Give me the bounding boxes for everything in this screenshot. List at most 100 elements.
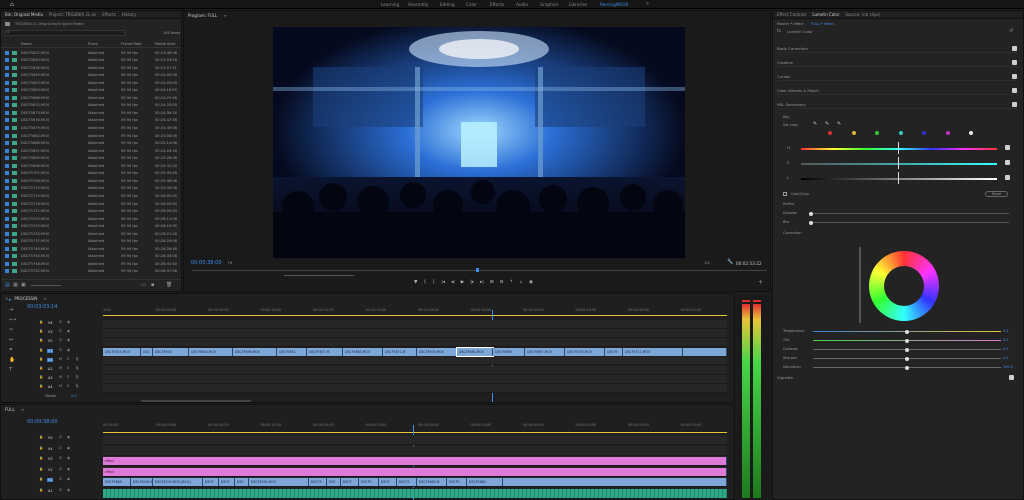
- overwrite-icon[interactable]: ⊞: [490, 280, 494, 286]
- vignette-label[interactable]: Vignette: [777, 375, 793, 380]
- insert-icon[interactable]: ▸|: [480, 280, 484, 286]
- lock-icon[interactable]: 🔒: [39, 338, 43, 342]
- ripple-edit-tool-icon[interactable]: ⟷: [9, 318, 16, 323]
- go-out-icon[interactable]: |▸: [470, 280, 474, 286]
- section-enable-checkbox[interactable]: [1012, 102, 1017, 107]
- checkbox-icon[interactable]: [5, 126, 9, 130]
- tab-source[interactable]: Source: (no clips): [845, 12, 880, 17]
- clip-row[interactable]: DSCF5698.MOV Attached 59.94 fps 00:25:31:30: [1, 162, 181, 170]
- clip-row[interactable]: DSCF5694.MOV Attached 59.94 fps 00:25:28:06: [1, 155, 181, 163]
- slider-knob[interactable]: [905, 338, 909, 343]
- section-enable-checkbox[interactable]: [1012, 88, 1017, 93]
- track-header[interactable]: 🔒 V2 ⊡ ◉: [31, 467, 101, 477]
- slider-knob[interactable]: [809, 220, 813, 225]
- audio-clip[interactable]: [103, 488, 727, 498]
- panel-menu-icon[interactable]: ≡: [223, 13, 226, 18]
- timeline-clip[interactable]: DSCF5704.MOV: [565, 348, 605, 357]
- workspace-tab[interactable]: Graphics: [540, 2, 559, 7]
- adjustment-layer-clip[interactable]: effect: [103, 457, 727, 465]
- timeline-ruler[interactable]: 3:00 00:02:00:00 00:02:05:00 00:02:10:00 00:…: [103, 308, 733, 314]
- lock-icon[interactable]: 🔒: [39, 488, 43, 492]
- toggle-track-output-icon[interactable]: ⊡: [59, 348, 62, 352]
- timeline-clip[interactable]: DSCF5711.MOV: [623, 348, 683, 357]
- checkbox-icon[interactable]: [5, 80, 9, 85]
- checkbox-icon[interactable]: [5, 178, 9, 183]
- clip-row[interactable]: DSCF5710.MOV Attached 59.94 fps 00:25:44:08: [1, 185, 181, 193]
- eye-icon[interactable]: ◉: [67, 348, 70, 352]
- track-select-tool-icon[interactable]: ⇥: [9, 308, 14, 313]
- clip-row[interactable]: DSCF5706.MOV Attached 59.94 fps 00:25:38:06: [1, 177, 181, 185]
- lift-icon[interactable]: ⊟: [500, 280, 504, 286]
- slider-value[interactable]: 0.0: [1003, 329, 1008, 333]
- vignette-checkbox[interactable]: [1009, 375, 1014, 380]
- clip-row[interactable]: DSCF5649.MOV Attached 59.94 fps 00:24:00:08: [1, 72, 181, 80]
- checkbox-icon[interactable]: [5, 186, 9, 191]
- clip-row[interactable]: DSCF5670.MOV Attached 59.94 fps 00:24:33:05: [1, 102, 181, 110]
- track-lane[interactable]: [103, 435, 727, 445]
- checkbox-icon[interactable]: [5, 246, 9, 251]
- slider-knob[interactable]: [905, 356, 909, 361]
- slider-knob[interactable]: [809, 211, 813, 216]
- color-swatch[interactable]: [828, 131, 832, 135]
- clip-row[interactable]: DSCF5748.MOV Attached 59.94 fps 00:26:41:40: [1, 260, 181, 268]
- eye-icon[interactable]: S: [67, 384, 69, 388]
- track-header[interactable]: 🔒 A4 M S 🎙: [31, 384, 101, 394]
- eye-icon[interactable]: ◉: [67, 446, 70, 450]
- mic-icon[interactable]: 🎙: [75, 384, 79, 388]
- compare-icon[interactable]: ◉: [529, 280, 533, 286]
- clip-row[interactable]: DSCF5737.MOV Attached 59.94 fps 00:26:24:06: [1, 238, 181, 246]
- toggle-track-output-icon[interactable]: ⊡: [59, 435, 62, 439]
- checkbox-icon[interactable]: [5, 261, 9, 266]
- toggle-track-output-icon[interactable]: ⊡: [59, 477, 62, 481]
- checkbox-icon[interactable]: [5, 88, 9, 93]
- eye-icon[interactable]: ◉: [67, 435, 70, 439]
- checkbox-icon[interactable]: [5, 133, 9, 138]
- checkbox-icon[interactable]: [5, 269, 9, 274]
- checkbox-icon[interactable]: [5, 239, 9, 244]
- timeline-clip[interactable]: DSCF5: [447, 478, 467, 486]
- hsl-enable-checkbox[interactable]: [1005, 175, 1010, 180]
- slip-tool-icon[interactable]: ↔: [9, 338, 14, 343]
- track-label[interactable]: V1: [47, 478, 54, 482]
- track-header[interactable]: 🔒 V1 ⊡ ◉: [31, 477, 101, 487]
- checkbox-icon[interactable]: [5, 110, 9, 115]
- extract-icon[interactable]: ⇡: [509, 280, 513, 286]
- clip-row[interactable]: DSCF5701.MOV Attached 59.94 fps 00:25:35:48: [1, 170, 181, 178]
- track-label[interactable]: A2: [47, 367, 53, 371]
- track-lane[interactable]: [103, 338, 727, 347]
- workspace-tab[interactable]: Libraries: [569, 2, 587, 7]
- lumetri-section[interactable]: Basic Correction: [777, 45, 1017, 53]
- tab-effect-controls[interactable]: Effect Controls: [777, 12, 806, 17]
- new-bin-icon[interactable]: ▭: [141, 282, 146, 288]
- eye-icon[interactable]: S: [67, 375, 69, 379]
- clip-row[interactable]: DSCF5666.MOV Attached 59.94 fps 00:24:25:48: [1, 94, 181, 102]
- slider-value[interactable]: 100.0: [1003, 365, 1013, 369]
- eyedropper-add-icon[interactable]: ✎: [825, 121, 829, 127]
- timeline-clip[interactable]: DSCF5592.MOV: [249, 478, 309, 486]
- track-lane[interactable]: [103, 356, 727, 366]
- slider-knob[interactable]: [905, 347, 909, 352]
- section-enable-checkbox[interactable]: [1012, 60, 1017, 65]
- wrench-icon[interactable]: 🔧: [727, 259, 733, 265]
- lock-icon[interactable]: 🔒: [39, 329, 43, 333]
- track-label[interactable]: V2: [47, 468, 53, 472]
- track-label[interactable]: V4: [47, 321, 53, 325]
- timeline-clip[interactable]: DSCF5676.MOV: [417, 348, 457, 357]
- adjustment-slider[interactable]: [813, 338, 1001, 343]
- hsl-range-bar[interactable]: [801, 163, 997, 165]
- track-header[interactable]: 🔒 V4 ⊡ ◉: [31, 446, 101, 456]
- color-swatch[interactable]: [898, 131, 903, 135]
- effect-name[interactable]: Lumetri Color: [787, 29, 813, 34]
- eye-icon[interactable]: ◉: [67, 456, 70, 460]
- key-label[interactable]: Key: [783, 115, 790, 119]
- checkbox-icon[interactable]: [5, 50, 9, 55]
- checkbox-icon[interactable]: [5, 118, 9, 123]
- clip-row[interactable]: DSCF5676.MOV Attached 59.94 fps 00:24:47:36: [1, 117, 181, 125]
- freeform-view-icon[interactable]: ▣: [21, 282, 26, 288]
- tab-sequence-full[interactable]: FULL: [5, 407, 15, 412]
- timeline-clip[interactable]: [683, 348, 727, 357]
- color-swatch[interactable]: [969, 131, 973, 135]
- eye-icon[interactable]: ◉: [67, 488, 70, 492]
- color-swatch[interactable]: [875, 131, 879, 135]
- adjustment-slider[interactable]: [813, 329, 1001, 334]
